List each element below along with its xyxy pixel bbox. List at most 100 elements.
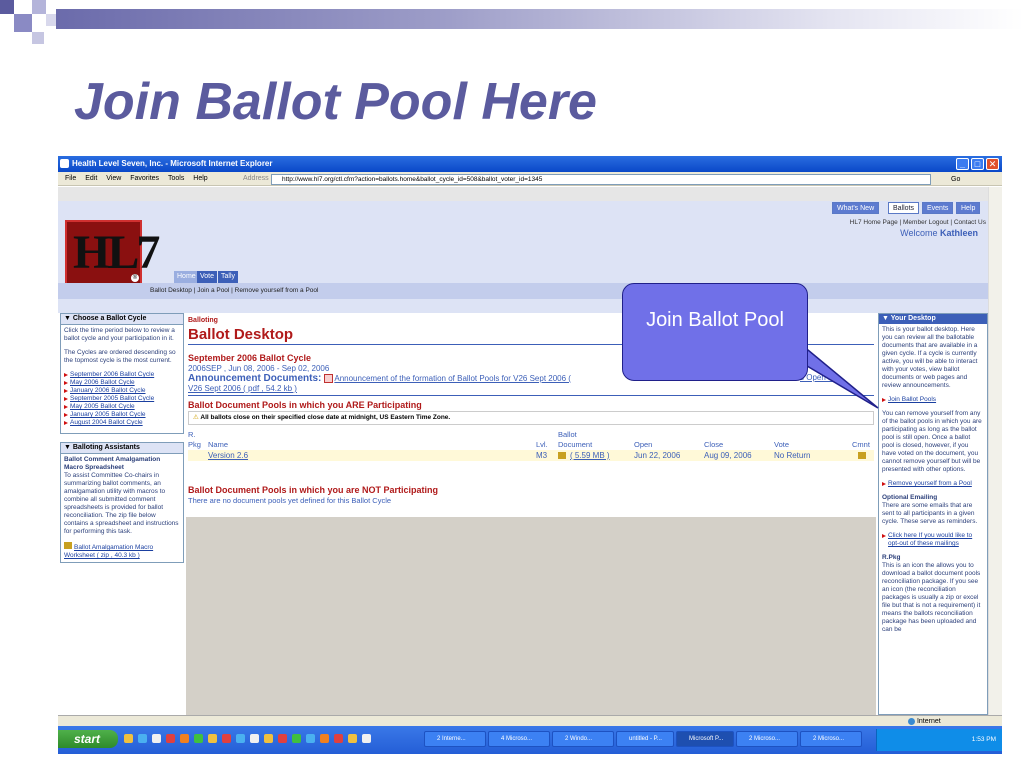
- nav-tab-tally[interactable]: Tally: [218, 271, 239, 283]
- cycle-link-sep-2006[interactable]: September 2006 Ballot Cycle: [64, 371, 180, 379]
- quicklaunch-icon[interactable]: [292, 734, 301, 743]
- quicklaunch-icon[interactable]: [180, 734, 189, 743]
- menu-view[interactable]: View: [106, 175, 121, 182]
- emailing-title: Optional Emailing: [882, 494, 938, 501]
- row-lvl: M3: [536, 451, 548, 460]
- quicklaunch-icon[interactable]: [334, 734, 343, 743]
- quicklaunch-icon[interactable]: [306, 734, 315, 743]
- nav-tab-vote[interactable]: Vote: [197, 271, 218, 283]
- participating-title: Ballot Document Pools in which you ARE P…: [188, 400, 422, 410]
- address-input[interactable]: http://www.hl7.org/ctl.cfm?action=ballot…: [271, 174, 931, 185]
- taskbar-item-windows[interactable]: 2 Windo...: [552, 731, 614, 747]
- cycle-link-sep-2005[interactable]: September 2005 Ballot Cycle: [64, 395, 180, 403]
- registered-icon: ®: [131, 274, 139, 282]
- assistants-panel-header[interactable]: ▼ Balloting Assistants: [61, 443, 183, 454]
- quicklaunch-icon[interactable]: [166, 734, 175, 743]
- quicklaunch-icon[interactable]: [348, 734, 357, 743]
- clock[interactable]: 1:53 PM: [972, 736, 996, 743]
- join-ballot-pools-link[interactable]: Join Ballot Pools: [882, 396, 984, 404]
- col-doc: Document: [558, 440, 593, 449]
- tab-ballots[interactable]: Ballots: [888, 202, 920, 214]
- cycle-order-note: The Cycles are ordered descending so the…: [64, 349, 176, 364]
- rpkg-title: R.Pkg: [882, 554, 901, 561]
- menu-edit[interactable]: Edit: [85, 175, 97, 182]
- cycle-dates: 2006SEP , Jun 08, 2006 - Sep 02, 2006: [188, 364, 330, 373]
- row-doc[interactable]: ( 5.59 MB ): [570, 450, 610, 461]
- maximize-button[interactable]: □: [971, 158, 984, 170]
- quicklaunch-icon[interactable]: [124, 734, 133, 743]
- announcement-label: Announcement Documents:: [188, 373, 322, 384]
- taskbar-item-paint[interactable]: untitled - P...: [616, 731, 674, 747]
- assistants-panel: ▼ Balloting Assistants Ballot Comment Am…: [60, 442, 184, 563]
- right-panel-header[interactable]: ▼ Your Desktop: [879, 314, 987, 324]
- quicklaunch-icon[interactable]: [194, 734, 203, 743]
- emailing-text: There are some emails that are sent to a…: [882, 502, 978, 525]
- welcome: Welcome Kathleen: [838, 228, 978, 238]
- close-button[interactable]: ✕: [986, 158, 999, 170]
- remove-from-pool-link[interactable]: Remove yourself from a Pool: [882, 480, 984, 488]
- cycle-link-aug-2004[interactable]: August 2004 Ballot Cycle: [64, 419, 180, 427]
- sub-navigation[interactable]: Ballot Desktop | Join a Pool | Remove yo…: [58, 283, 988, 299]
- start-button[interactable]: start: [58, 730, 118, 748]
- row-name[interactable]: Version 2.6: [208, 450, 248, 461]
- menu-favorites[interactable]: Favorites: [130, 175, 159, 182]
- top-links[interactable]: HL7 Home Page | Member Logout | Contact …: [798, 219, 986, 226]
- page-top-strip: [58, 187, 988, 201]
- welcome-prefix: Welcome: [900, 228, 938, 238]
- crumb: Balloting: [188, 317, 218, 324]
- cycle-intro: Click the time period below to review a …: [64, 327, 175, 342]
- quicklaunch-icon[interactable]: [152, 734, 161, 743]
- title-bar: Health Level Seven, Inc. - Microsoft Int…: [58, 156, 1002, 172]
- tab-whats-new[interactable]: What's New: [832, 202, 880, 214]
- row-vote[interactable]: No Return: [774, 450, 810, 461]
- table-row: Version 2.6 M3 ( 5.59 MB ) Jun 22, 2006 …: [188, 450, 874, 461]
- opt-out-link[interactable]: Click here If you would like to opt-out …: [882, 532, 984, 548]
- assistant-download[interactable]: Ballot Amalgamation Macro Worksheet ( zi…: [64, 542, 180, 560]
- cycle-link-jan-2006[interactable]: January 2006 Ballot Cycle: [64, 387, 180, 395]
- tab-help[interactable]: Help: [956, 202, 981, 214]
- quicklaunch-icon[interactable]: [250, 734, 259, 743]
- pdf-icon: [323, 374, 333, 384]
- hl7-logo-text: HL7: [73, 226, 160, 279]
- menu-file[interactable]: File: [65, 175, 76, 182]
- quicklaunch-icon[interactable]: [278, 734, 287, 743]
- quicklaunch-icon[interactable]: [320, 734, 329, 743]
- go-button[interactable]: Go: [939, 174, 967, 185]
- nav-tab-home[interactable]: Home: [174, 271, 199, 283]
- cycle-panel-header[interactable]: ▼ Choose a Ballot Cycle: [61, 314, 183, 325]
- row-doc-icon[interactable]: [558, 452, 566, 459]
- row-comment-icon[interactable]: [858, 452, 866, 459]
- taskbar-item-powerpoint[interactable]: Microsoft P...: [676, 731, 734, 747]
- quicklaunch-icon[interactable]: [138, 734, 147, 743]
- deco-gradient-bar: [56, 9, 1024, 29]
- cycle-link-jan-2005[interactable]: January 2005 Ballot Cycle: [64, 411, 180, 419]
- cycle-link-may-2006[interactable]: May 2006 Ballot Cycle: [64, 379, 180, 387]
- quicklaunch-icon[interactable]: [264, 734, 273, 743]
- menu-tools[interactable]: Tools: [168, 175, 184, 182]
- quicklaunch-icon[interactable]: [236, 734, 245, 743]
- slide-title: Join Ballot Pool Here: [74, 73, 597, 131]
- warning-icon: ⚠: [193, 414, 199, 421]
- taskbar-item-microsoft[interactable]: 4 Microso...: [488, 731, 550, 747]
- globe-icon: [908, 717, 915, 725]
- menu-help[interactable]: Help: [193, 175, 207, 182]
- minimize-button[interactable]: _: [956, 158, 969, 170]
- quicklaunch-icon[interactable]: [362, 734, 371, 743]
- window-title: Health Level Seven, Inc. - Microsoft Int…: [72, 159, 273, 168]
- taskbar-item-project[interactable]: 2 Microso...: [800, 731, 862, 747]
- vertical-scrollbar[interactable]: [988, 187, 1002, 715]
- quicklaunch-icon[interactable]: [208, 734, 217, 743]
- quicklaunch-icon[interactable]: [222, 734, 231, 743]
- announcement-link[interactable]: Announcement of the formation of Ballot …: [334, 374, 571, 383]
- taskbar-item-excel[interactable]: 2 Microso...: [736, 731, 798, 747]
- col-close: Close: [704, 440, 724, 449]
- not-participating-text: There are no document pools yet defined …: [188, 496, 392, 505]
- address-label: Address: [243, 175, 269, 182]
- row-close: Aug 09, 2006: [704, 451, 752, 460]
- taskbar-item-internet[interactable]: 2 Interne...: [424, 731, 486, 747]
- row-open: Jun 22, 2006: [634, 451, 681, 460]
- cycle-link-may-2005[interactable]: May 2005 Ballot Cycle: [64, 403, 180, 411]
- tab-events[interactable]: Events: [922, 202, 954, 214]
- announcement-link-2[interactable]: V26 Sept 2006 ( pdf , 54.2 kb ): [188, 384, 297, 393]
- address-bar: Address http://www.hl7.org/ctl.cfm?actio…: [236, 173, 980, 185]
